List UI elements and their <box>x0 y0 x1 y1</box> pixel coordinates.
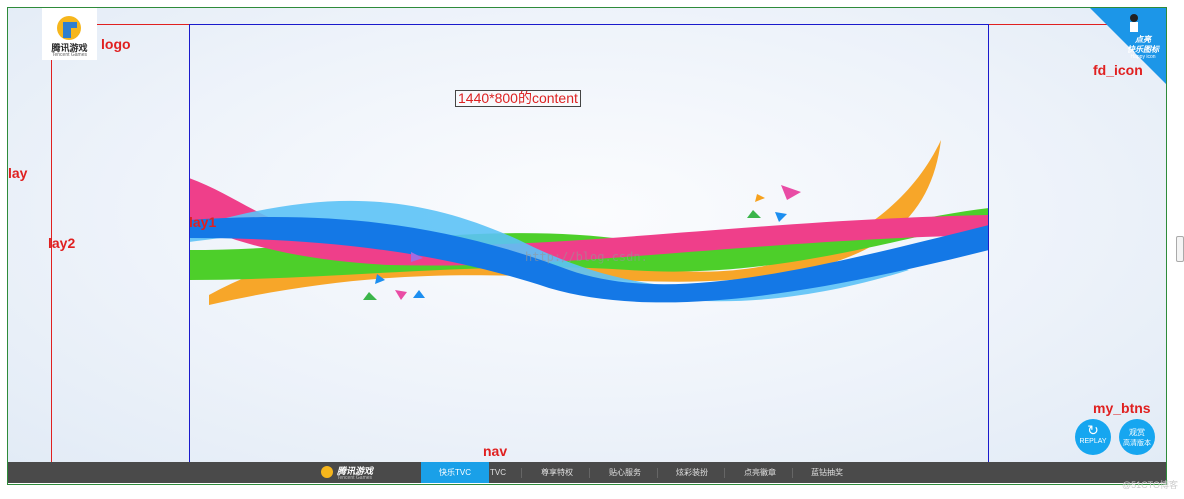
nav-divider <box>589 468 590 478</box>
nav-annotation: nav <box>483 443 508 459</box>
logo-annotation: logo <box>101 36 131 52</box>
replay-button[interactable]: ↻ REPLAY <box>1075 419 1111 455</box>
nav-item-dressup[interactable]: 炫彩装扮 <box>676 462 708 483</box>
nav-item-badges[interactable]: 点亮徽章 <box>744 462 776 483</box>
nav-divider <box>724 468 725 478</box>
hd-label-line1: 观赏 <box>1129 428 1145 437</box>
nav-divider <box>657 468 658 478</box>
content-size-label: 1440*800的content <box>455 90 581 107</box>
nav-item-happy-tvc[interactable]: 快乐TVC <box>421 462 489 483</box>
nav-logo-icon <box>321 466 333 478</box>
nav-divider <box>521 468 522 478</box>
nav-logo[interactable]: 腾讯游戏 Tencent Games <box>320 463 380 482</box>
replay-label: REPLAY <box>1079 438 1107 445</box>
lay2-annotation: lay2 <box>48 235 76 251</box>
fd-icon-banner[interactable]: 点亮 快乐图标 Happy icon <box>1090 8 1166 84</box>
site-watermark: @51CTO博客 <box>1122 480 1178 490</box>
fd-icon-line3: Happy icon <box>1130 54 1156 60</box>
hd-version-button[interactable]: 观赏 高清版本 <box>1119 419 1155 455</box>
logo-text-en: Tencent Games <box>51 52 88 58</box>
nav-divider <box>792 468 793 478</box>
nav-item-lottery[interactable]: 蓝钻抽奖 <box>811 462 843 483</box>
scrollbar-handle[interactable] <box>1176 236 1184 262</box>
lay2-left-guide <box>51 48 52 466</box>
hd-label-line2: 高清版本 <box>1123 440 1151 447</box>
nav-item-privileges[interactable]: 尊享特权 <box>541 462 573 483</box>
replay-icon: ↻ <box>1087 422 1099 438</box>
tencent-games-logo[interactable]: 腾讯游戏 Tencent Games <box>42 8 97 60</box>
nav-item-services[interactable]: 贴心服务 <box>609 462 641 483</box>
nav-bar: 腾讯游戏 Tencent Games 快乐TVC TVC 尊享特权 贴心服务 炫… <box>8 462 1166 483</box>
nav-item-tvc[interactable]: TVC <box>490 462 506 483</box>
blog-watermark: http://blog.csdn. <box>525 250 648 264</box>
my-btns-annotation: my_btns <box>1093 400 1151 416</box>
lay-annotation: lay <box>8 165 28 181</box>
lay1-annotation: lay1 <box>189 214 217 230</box>
nav-logo-en: Tencent Games <box>337 475 373 481</box>
content-box <box>189 24 989 467</box>
